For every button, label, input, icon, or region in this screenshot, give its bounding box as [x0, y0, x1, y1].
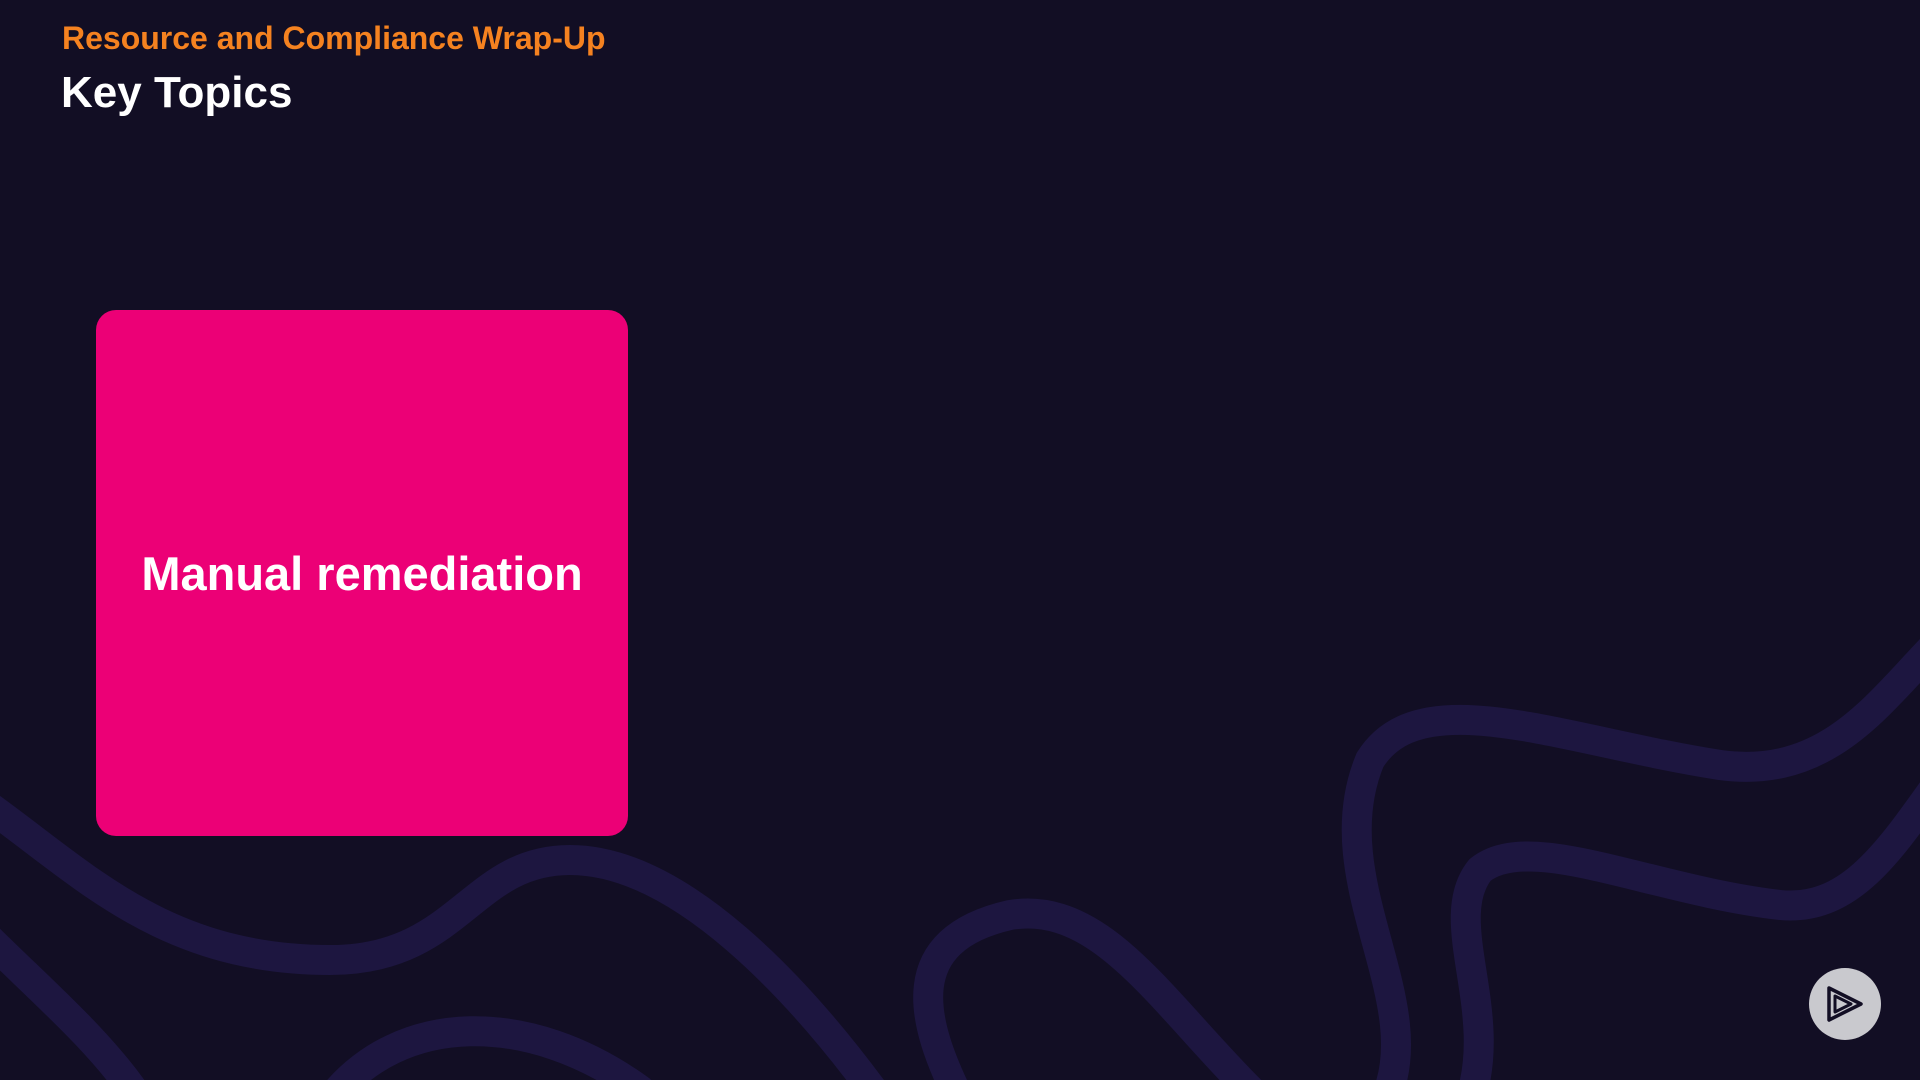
swirl-line: [0, 928, 145, 1080]
page-title: Key Topics: [61, 68, 293, 117]
play-triangle-icon: [1827, 986, 1863, 1022]
play-logo-icon[interactable]: [1809, 968, 1881, 1040]
swirl-line: [913, 898, 1262, 1080]
topic-card-manual-remediation: Manual remediation: [96, 310, 628, 836]
topic-card-label: Manual remediation: [141, 546, 583, 600]
section-subtitle: Resource and Compliance Wrap-Up: [62, 20, 606, 56]
swirl-line: [327, 1016, 652, 1080]
slide: Resource and Compliance Wrap-Up Key Topi…: [0, 0, 1920, 1080]
